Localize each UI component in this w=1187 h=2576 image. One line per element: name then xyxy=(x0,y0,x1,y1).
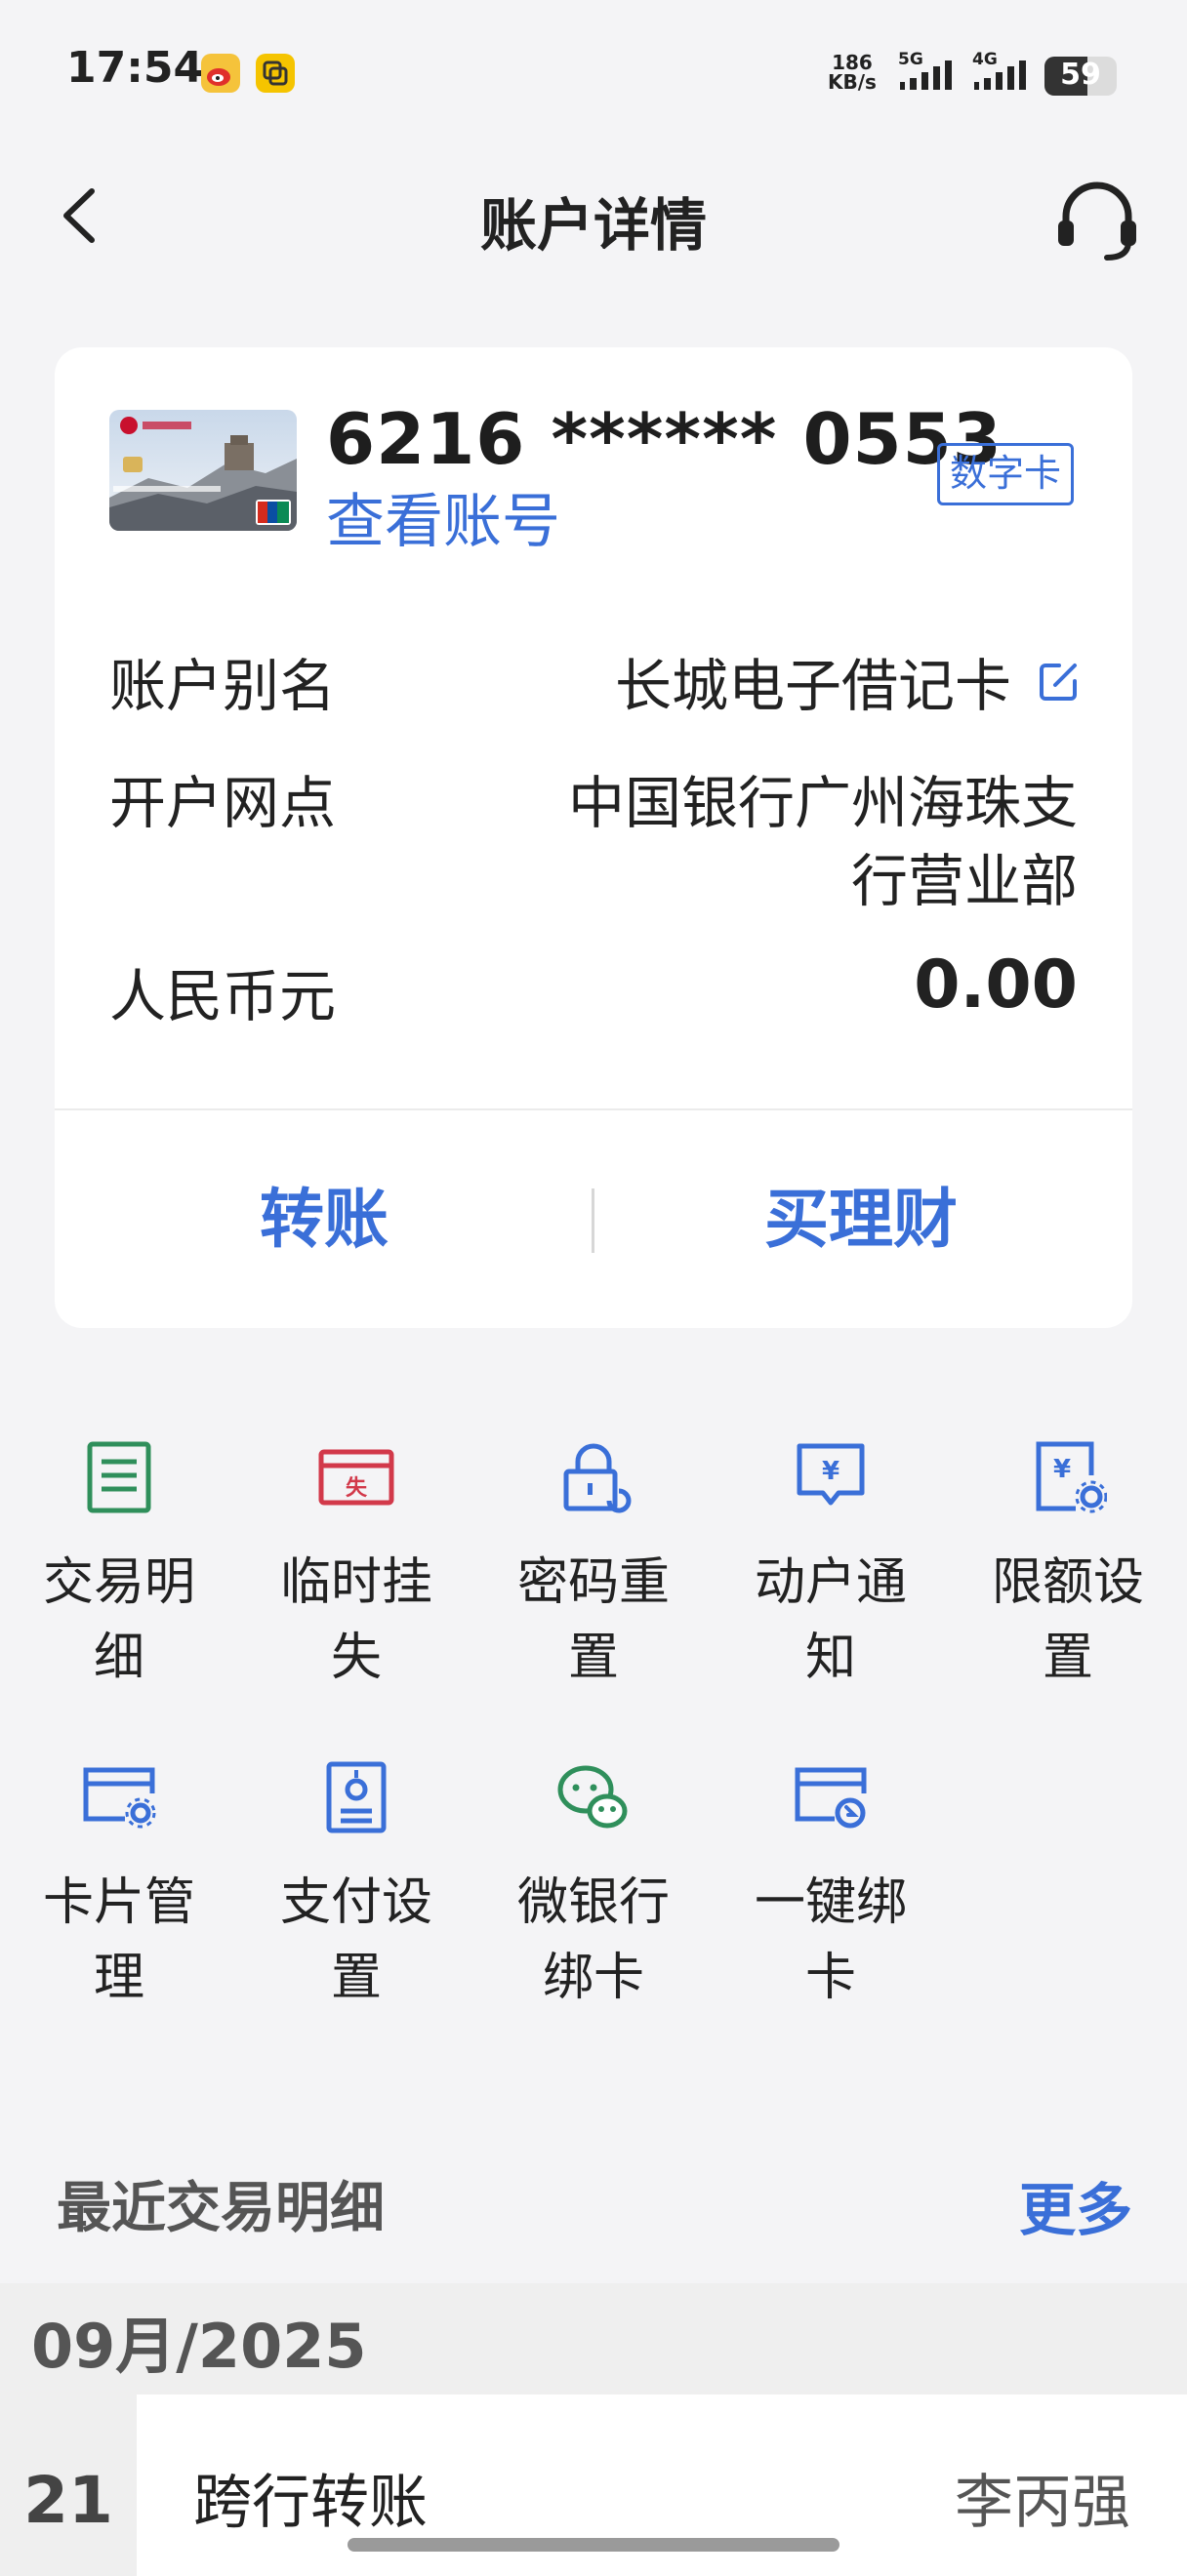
service-one-click-bind[interactable]: 一键绑卡 xyxy=(714,1758,948,2016)
svg-text:¥: ¥ xyxy=(1053,1455,1071,1484)
copy-app-icon xyxy=(256,54,295,93)
service-limit-setting[interactable]: ¥ 限额设置 xyxy=(951,1438,1185,1696)
transaction-counterparty: 李丙强 xyxy=(955,2469,1130,2537)
buy-wealth-button[interactable]: 买理财 xyxy=(656,1167,1066,1261)
battery-level: 59 xyxy=(1060,58,1101,92)
page-title: 账户详情 xyxy=(479,192,707,259)
account-notice-icon: ¥ xyxy=(797,1443,865,1506)
payment-setting-icon xyxy=(326,1761,387,1833)
service-account-notice[interactable]: ¥ 动户通知 xyxy=(714,1438,948,1696)
signal-5g-icon: 5G xyxy=(896,49,961,101)
network-speed: 186 KB/s xyxy=(828,51,877,94)
password-reset-icon xyxy=(563,1443,632,1513)
bank-card-image xyxy=(109,410,297,531)
battery-indicator: 59 xyxy=(1044,57,1117,96)
branch-value-line2: 行营业部 xyxy=(850,848,1078,914)
service-report-loss[interactable]: 失 临时挂失 xyxy=(239,1438,473,1696)
signal-4g-icon: 4G xyxy=(970,49,1035,101)
nav-bar: 账户详情 xyxy=(0,156,1187,273)
card-divider xyxy=(55,1108,1132,1110)
headset-icon xyxy=(1058,181,1136,261)
service-payment-setting[interactable]: 支付设置 xyxy=(239,1758,473,2016)
branch-value-line1: 中国银行广州海珠支 xyxy=(567,770,1078,836)
branch-label: 开户网点 xyxy=(109,770,337,836)
alias-label: 账户别名 xyxy=(109,653,337,719)
balance-amount: 0.00 xyxy=(914,946,1078,1024)
transfer-button[interactable]: 转账 xyxy=(119,1167,529,1261)
more-link[interactable]: 更多 xyxy=(1019,2164,1132,2246)
service-wechat-bank[interactable]: 微银行 绑卡 xyxy=(476,1758,711,2016)
transaction-name: 跨行转账 xyxy=(193,2469,428,2537)
action-separator xyxy=(592,1188,594,1253)
status-bar: 17:54 186 KB/s 5G 4G 59 xyxy=(0,0,1187,146)
one-click-bind-icon xyxy=(795,1767,867,1829)
edit-icon xyxy=(1040,664,1077,701)
svg-text:4G: 4G xyxy=(972,50,998,69)
service-password-reset[interactable]: 密码重置 xyxy=(476,1438,711,1696)
transaction-date-column: 21 xyxy=(0,2395,137,2576)
card-number: 6216 ****** 0553 xyxy=(326,398,1003,480)
recent-transactions-title: 最近交易明细 xyxy=(57,2177,385,2240)
wechat-bank-icon xyxy=(557,1765,628,1829)
svg-text:失: 失 xyxy=(346,1476,368,1501)
limit-setting-icon: ¥ xyxy=(1036,1441,1107,1513)
weibo-icon xyxy=(201,54,240,93)
digital-card-badge: 数字卡 xyxy=(937,443,1075,505)
status-time: 17:54 xyxy=(66,43,204,93)
card-manage-icon xyxy=(83,1767,156,1829)
currency-label: 人民币元 xyxy=(109,963,337,1029)
month-label: 09月/2025 xyxy=(31,2311,367,2382)
svg-text:5G: 5G xyxy=(898,50,923,69)
edit-alias-button[interactable] xyxy=(1034,656,1085,706)
report-loss-icon: 失 xyxy=(318,1449,394,1506)
view-account-number-link[interactable]: 查看账号 xyxy=(326,474,560,559)
service-transaction-detail[interactable]: 交易明细 xyxy=(2,1438,236,1696)
service-card-manage[interactable]: 卡片管理 xyxy=(2,1758,236,2016)
transaction-day: 21 xyxy=(23,2463,113,2538)
customer-service-button[interactable] xyxy=(1048,176,1146,263)
transaction-list-icon xyxy=(87,1441,151,1513)
alias-value: 长城电子借记卡 xyxy=(614,653,1011,719)
svg-text:¥: ¥ xyxy=(822,1457,839,1486)
home-indicator[interactable] xyxy=(348,2538,839,2552)
